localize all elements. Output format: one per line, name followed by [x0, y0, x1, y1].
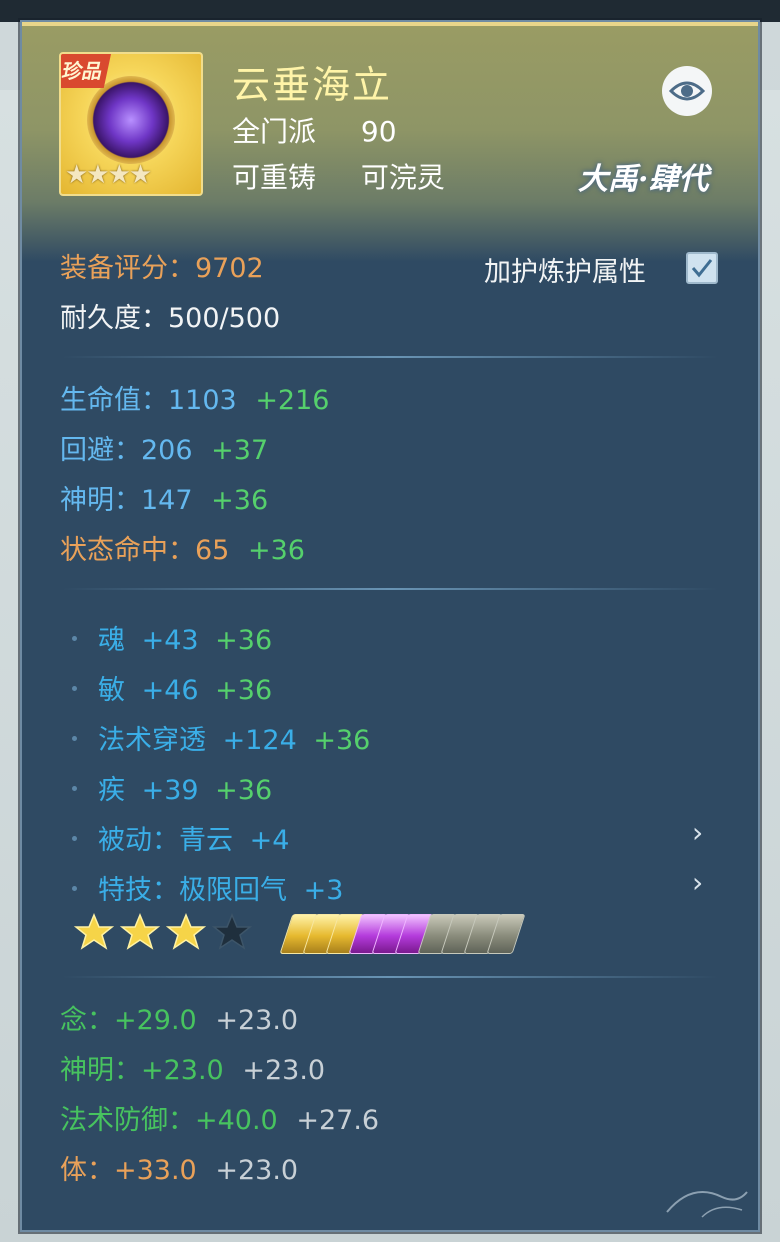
refine-stat-row: 体：+33.0 +23.0: [60, 1148, 298, 1187]
stat-label: 被动：青云: [98, 825, 233, 856]
bullet: [72, 786, 77, 791]
base-stat-row: 生命值：1103 +216: [60, 378, 329, 417]
stat-bonus: +36: [215, 775, 273, 806]
stat-value: 65: [195, 535, 230, 566]
stat-value: +23.0: [141, 1055, 224, 1086]
stat-label: 神明：: [60, 485, 141, 516]
extra-stat-row: 魂 +43 +36: [98, 618, 272, 657]
stat-label: 敏: [98, 675, 125, 706]
bullet: [72, 836, 77, 841]
refine-stat-row: 念：+29.0 +23.0: [60, 998, 298, 1037]
stat-label: 念：: [60, 1005, 114, 1036]
icon-stars: ★★★★: [65, 160, 152, 190]
item-sect: 全门派: [232, 115, 317, 148]
divider: [62, 976, 718, 978]
stat-extra: +23.0: [215, 1155, 299, 1186]
stat-value: +39: [141, 775, 199, 806]
base-stat-row: 状态命中：65 +36: [60, 528, 305, 567]
bullet: [72, 686, 77, 691]
item-name: 云垂海立: [232, 63, 393, 107]
item-icon: 珍品 ★★★★: [59, 52, 203, 196]
divider: [62, 588, 718, 590]
stat-value: +33.0: [114, 1155, 197, 1186]
item-properties: 可重铸 可浣灵: [232, 156, 445, 196]
stat-value: +4: [249, 825, 290, 856]
stat-bonus: +36: [215, 625, 273, 656]
extra-stat-row: 敏 +46 +36: [98, 668, 272, 707]
reforgeable-label: 可重铸: [232, 161, 317, 194]
stat-value: 147: [141, 485, 193, 516]
special-skill-row[interactable]: 特技：极限回气 +3: [98, 868, 343, 907]
equipment-tooltip: 珍品 ★★★★ 云垂海立 全门派 90 可重铸 可浣灵 大禹·肆代 装备评分：9…: [20, 20, 760, 1232]
decorative-swirl: [666, 1191, 748, 1218]
base-stat-row: 神明：147 +36: [60, 478, 268, 517]
score-value: 9702: [195, 253, 264, 284]
stat-extra: +23.0: [215, 1005, 299, 1036]
star-empty-icon: [212, 913, 252, 950]
stat-extra: +27.6: [296, 1105, 380, 1136]
star-icon: [166, 913, 206, 950]
stat-value: 1103: [168, 385, 237, 416]
stat-label: 法术防御：: [60, 1105, 195, 1136]
durability-row: 耐久度：500/500: [60, 296, 280, 335]
bullet: [72, 886, 77, 891]
stat-label: 回避：: [60, 435, 141, 466]
stat-bonus: +36: [211, 485, 269, 516]
durability-label: 耐久度：: [60, 303, 168, 334]
extra-stat-row: 法术穿透 +124 +36: [98, 718, 370, 757]
stat-extra: +23.0: [242, 1055, 326, 1086]
score-row: 装备评分：9702: [60, 246, 264, 285]
bullet: [72, 736, 77, 741]
brand-logo: 大禹·肆代: [578, 162, 709, 197]
stat-label: 特技：极限回气: [98, 875, 287, 906]
chevron-right-icon[interactable]: ›: [692, 816, 703, 849]
protect-toggle-label: 加护炼护属性: [484, 257, 646, 288]
stat-bonus: +36: [247, 535, 305, 566]
washable-label: 可浣灵: [360, 161, 445, 194]
stat-value: 206: [141, 435, 193, 466]
divider: [62, 356, 718, 358]
refine-stat-row: 神明：+23.0 +23.0: [60, 1048, 325, 1087]
stat-value: +46: [141, 675, 199, 706]
score-label: 装备评分：: [60, 253, 195, 284]
stat-bonus: +36: [313, 725, 371, 756]
protect-checkbox[interactable]: [686, 252, 718, 284]
passive-skill-row[interactable]: 被动：青云 +4: [98, 818, 289, 857]
item-sect-level: 全门派 90: [232, 110, 397, 150]
view-button[interactable]: [662, 66, 712, 116]
stat-bonus: +36: [215, 675, 273, 706]
base-stat-row: 回避：206 +37: [60, 428, 268, 467]
stat-bonus: +37: [211, 435, 269, 466]
orb-icon: [87, 76, 175, 164]
star-icon: [120, 913, 160, 950]
refine-stat-row: 法术防御：+40.0 +27.6: [60, 1098, 379, 1137]
stat-label: 生命值：: [60, 385, 168, 416]
extra-stat-row: 疾 +39 +36: [98, 768, 272, 807]
star-icon: [74, 913, 114, 950]
stat-value: +3: [303, 875, 344, 906]
stat-label: 法术穿透: [98, 725, 206, 756]
stat-value: +29.0: [114, 1005, 197, 1036]
stat-value: +124: [222, 725, 297, 756]
item-level: 90: [360, 115, 397, 148]
rarity-tag: 珍品: [61, 54, 111, 88]
checkmark-icon: [691, 259, 713, 278]
stat-bonus: +216: [255, 385, 330, 416]
stat-value: +43: [141, 625, 199, 656]
tooltip-top-border: [22, 22, 758, 26]
durability-value: 500/500: [168, 303, 281, 334]
chevron-right-icon[interactable]: ›: [692, 866, 703, 899]
bullet: [72, 636, 77, 641]
stat-label: 状态命中：: [60, 535, 195, 566]
stat-label: 魂: [98, 625, 125, 656]
eye-icon: [669, 81, 705, 101]
stat-label: 神明：: [60, 1055, 141, 1086]
stat-value: +40.0: [195, 1105, 278, 1136]
stat-label: 体：: [60, 1155, 114, 1186]
stat-label: 疾: [98, 775, 125, 806]
